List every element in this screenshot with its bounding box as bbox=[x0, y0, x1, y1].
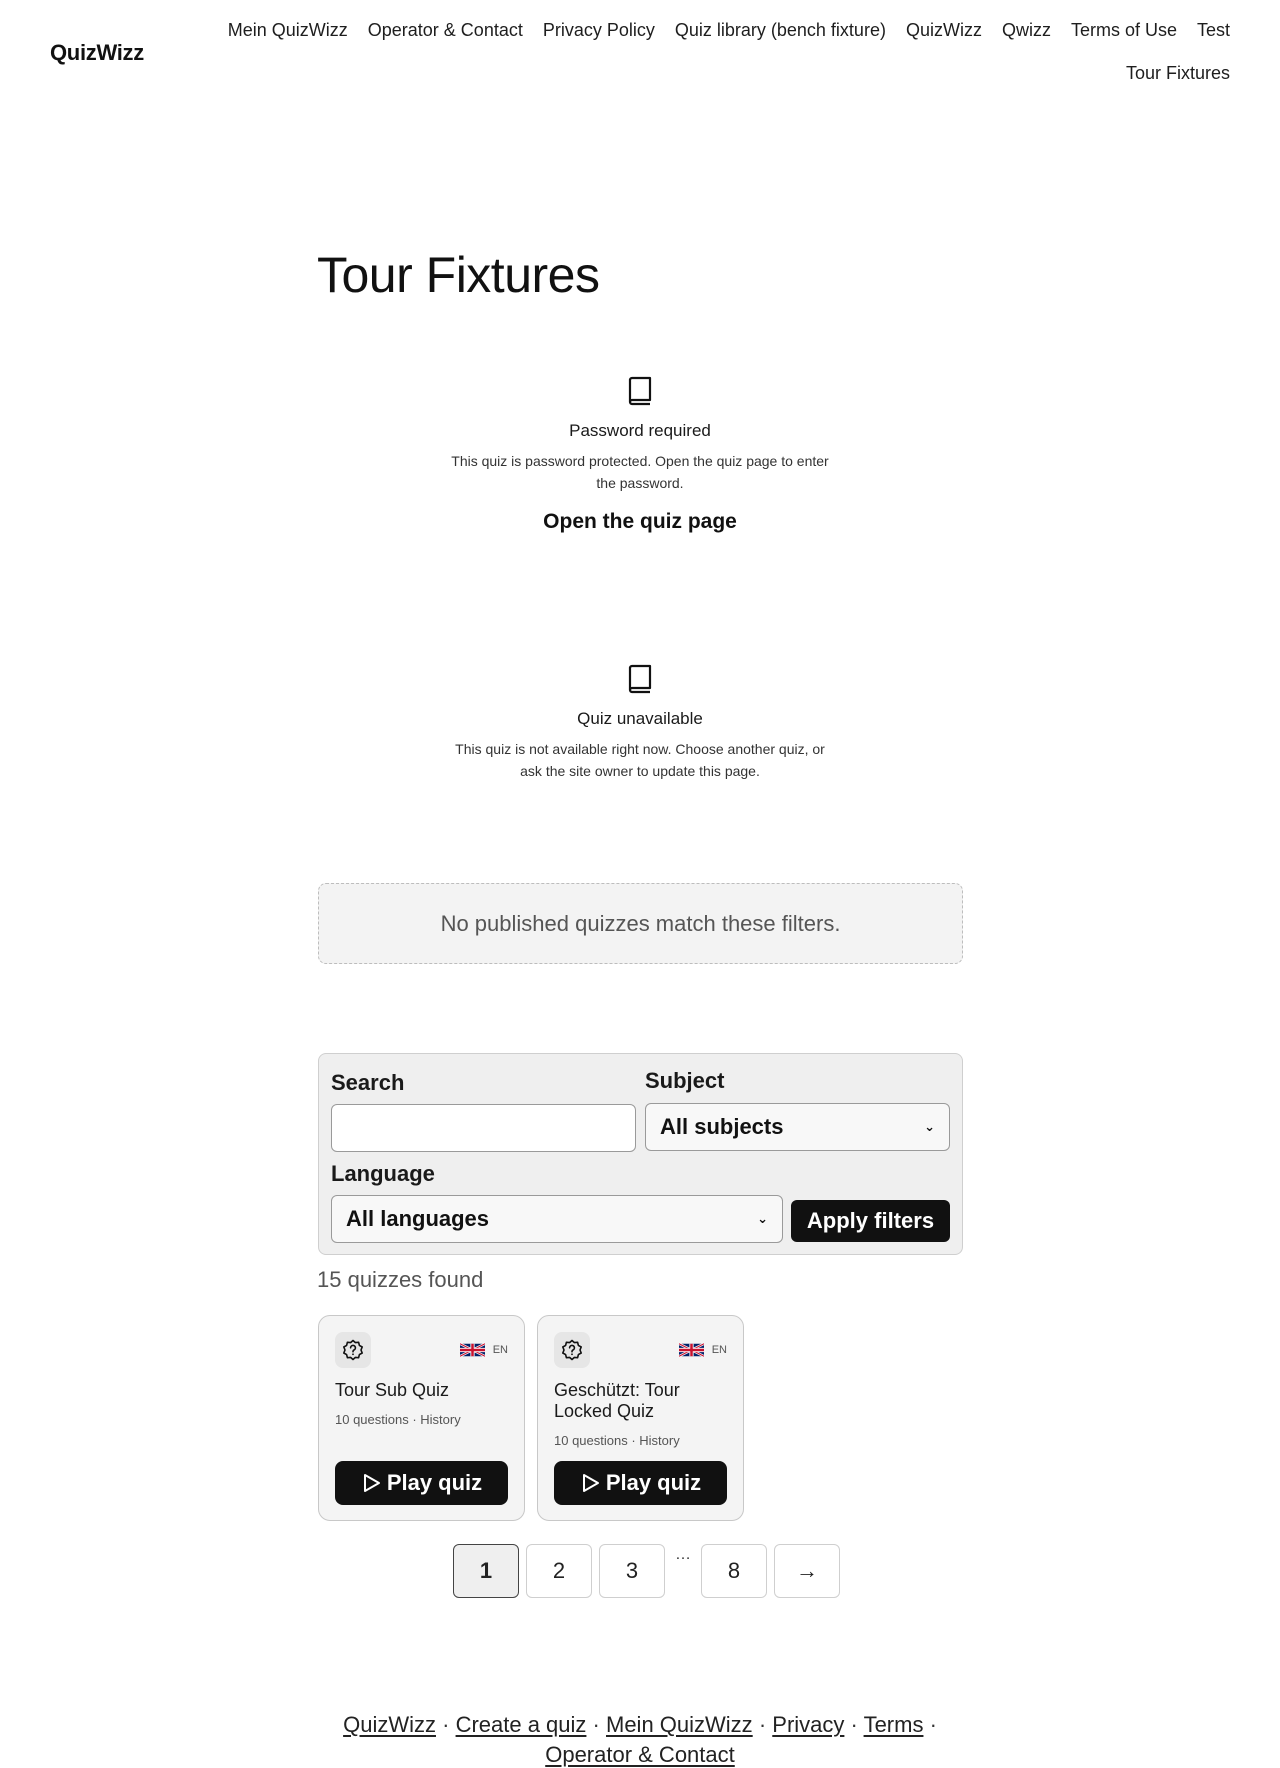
language-label: Language bbox=[331, 1161, 435, 1186]
footer-link-terms[interactable]: Terms bbox=[864, 1712, 924, 1737]
page-8-button[interactable]: 8 bbox=[701, 1544, 767, 1598]
footer-link-quizwizz[interactable]: QuizWizz bbox=[343, 1712, 436, 1737]
play-quiz-button[interactable]: Play quiz bbox=[335, 1461, 508, 1505]
language-badge: EN bbox=[459, 1341, 508, 1359]
chevron-down-icon: ⌄ bbox=[757, 1211, 768, 1226]
play-quiz-button[interactable]: Play quiz bbox=[554, 1461, 727, 1505]
nav-item-quiz-library[interactable]: Quiz library (bench fixture) bbox=[675, 18, 886, 42]
quiz-filters-form: Search Subject All subjects ⌄ Language A… bbox=[318, 1053, 963, 1255]
page-title: Tour Fixtures bbox=[317, 247, 600, 303]
results-count: 15 quizzes found bbox=[317, 1267, 484, 1292]
pagination-ellipsis: … bbox=[675, 1546, 691, 1563]
subject-select-value: All subjects bbox=[660, 1114, 784, 1139]
nav-item-operator-contact[interactable]: Operator & Contact bbox=[368, 18, 523, 42]
book-icon bbox=[628, 664, 652, 694]
language-select[interactable]: All languages ⌄ bbox=[331, 1195, 783, 1243]
play-quiz-label: Play quiz bbox=[605, 1470, 702, 1495]
footer-separator: · bbox=[592, 1712, 600, 1737]
question-icon bbox=[335, 1332, 371, 1368]
footer-link-privacy[interactable]: Privacy bbox=[772, 1712, 844, 1737]
language-code: EN bbox=[492, 1344, 508, 1356]
footer-separator: · bbox=[442, 1712, 450, 1737]
question-icon bbox=[554, 1332, 590, 1368]
arrow-right-icon: → bbox=[796, 1558, 818, 1583]
nav-item-terms-of-use[interactable]: Terms of Use bbox=[1071, 18, 1177, 42]
quiz-card-title: Geschützt: Tour Locked Quiz bbox=[554, 1380, 680, 1421]
book-icon bbox=[628, 376, 652, 406]
footer-separator: · bbox=[929, 1712, 937, 1737]
quiz-card: EN Tour Sub Quiz 10 questions · History … bbox=[318, 1315, 525, 1521]
page-2-button[interactable]: 2 bbox=[526, 1544, 592, 1598]
empty-results-message: No published quizzes match these filters… bbox=[318, 883, 963, 964]
password-notice: Password required This quiz is password … bbox=[440, 376, 840, 534]
pagination: 1 2 3 … 8 → bbox=[453, 1544, 840, 1598]
chevron-down-icon: ⌄ bbox=[924, 1119, 935, 1134]
subject-label: Subject bbox=[645, 1068, 725, 1093]
notice-text: This quiz is not available right now. Ch… bbox=[455, 741, 825, 779]
page-1-button[interactable]: 1 bbox=[453, 1544, 519, 1598]
language-badge: EN bbox=[678, 1341, 727, 1359]
site-footer: QuizWizz · Create a quiz · Mein QuizWizz… bbox=[317, 1710, 963, 1768]
apply-filters-button[interactable]: Apply filters bbox=[791, 1200, 950, 1242]
next-page-button[interactable]: → bbox=[774, 1544, 840, 1598]
nav-item-quizwizz[interactable]: QuizWizz bbox=[906, 18, 982, 42]
footer-separator: · bbox=[758, 1712, 767, 1737]
quiz-card-meta: 10 questions · History bbox=[554, 1433, 680, 1448]
footer-link-mein-quizwizz[interactable]: Mein QuizWizz bbox=[606, 1712, 753, 1737]
footer-separator: · bbox=[850, 1712, 858, 1737]
search-input[interactable] bbox=[331, 1104, 636, 1152]
nav-item-tour-fixtures[interactable]: Tour Fixtures bbox=[1126, 61, 1230, 85]
notice-title: Password required bbox=[569, 421, 711, 440]
play-icon bbox=[363, 1474, 380, 1492]
footer-link-create-quiz[interactable]: Create a quiz bbox=[456, 1712, 587, 1737]
subject-select[interactable]: All subjects ⌄ bbox=[645, 1103, 950, 1151]
notice-title: Quiz unavailable bbox=[577, 709, 703, 728]
play-icon bbox=[582, 1474, 599, 1492]
uk-flag-icon bbox=[459, 1342, 485, 1358]
site-header: QuizWizz Mein QuizWizz Operator & Contac… bbox=[0, 0, 1280, 110]
language-select-value: All languages bbox=[346, 1206, 490, 1231]
nav-item-qwizz[interactable]: Qwizz bbox=[1002, 18, 1051, 42]
search-label: Search bbox=[331, 1070, 405, 1095]
quiz-card-title: Tour Sub Quiz bbox=[335, 1380, 450, 1400]
nav-item-privacy-policy[interactable]: Privacy Policy bbox=[543, 18, 655, 42]
play-quiz-label: Play quiz bbox=[386, 1470, 483, 1495]
nav-item-test[interactable]: Test bbox=[1197, 18, 1230, 42]
page-3-button[interactable]: 3 bbox=[599, 1544, 665, 1598]
notice-text: This quiz is password protected. Open th… bbox=[451, 453, 829, 491]
open-quiz-page-link[interactable]: Open the quiz page bbox=[543, 510, 737, 534]
footer-link-operator-contact[interactable]: Operator & Contact bbox=[545, 1742, 735, 1767]
unavailable-notice: Quiz unavailable This quiz is not availa… bbox=[440, 664, 840, 782]
quiz-card: EN Geschützt: Tour Locked Quiz 10 questi… bbox=[537, 1315, 744, 1521]
nav-item-mein-quizwizz[interactable]: Mein QuizWizz bbox=[228, 18, 348, 42]
site-title-link[interactable]: QuizWizz bbox=[50, 40, 144, 66]
uk-flag-icon bbox=[678, 1342, 704, 1358]
quiz-card-meta: 10 questions · History bbox=[335, 1412, 461, 1427]
language-code: EN bbox=[711, 1344, 727, 1356]
main-nav: Mein QuizWizz Operator & Contact Privacy… bbox=[210, 18, 1230, 85]
